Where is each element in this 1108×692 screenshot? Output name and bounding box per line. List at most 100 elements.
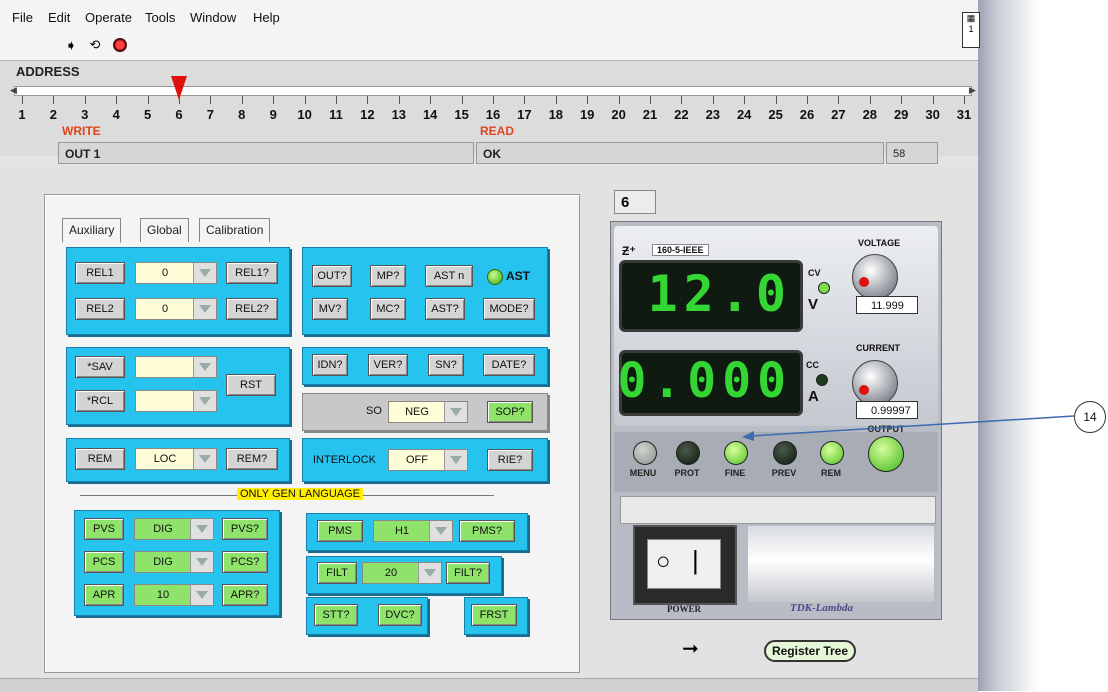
apr-query-button[interactable]: APR? [222, 584, 268, 606]
callout-arrow [742, 415, 1075, 441]
menu-button[interactable] [633, 441, 657, 465]
sop-query-button[interactable]: SOP? [487, 401, 533, 423]
ast-n-button[interactable]: AST n [425, 265, 473, 287]
out-query-button[interactable]: OUT? [312, 265, 352, 287]
apr-select[interactable]: 10 [134, 584, 214, 606]
address-slider[interactable] [14, 86, 972, 96]
abort-stop-icon[interactable] [113, 38, 127, 52]
frst-button[interactable]: FRST [471, 604, 517, 626]
save-button[interactable]: *SAV [75, 356, 125, 378]
write-field[interactable]: OUT 1 [58, 142, 474, 164]
address-tick-label: 4 [112, 107, 120, 122]
menu-operate[interactable]: Operate [85, 10, 132, 25]
mv-query-button[interactable]: MV? [312, 298, 348, 320]
rel2-query-button[interactable]: REL2? [226, 298, 278, 320]
rel2-select[interactable]: 0 [135, 298, 217, 320]
mc-query-button[interactable]: MC? [370, 298, 406, 320]
address-tick-label: 28 [862, 107, 878, 122]
slider-right-arrow-icon[interactable]: ▶ [969, 85, 976, 96]
rel1-query-button[interactable]: REL1? [226, 262, 278, 284]
menu-caption: MENU [629, 468, 657, 478]
tab-global[interactable]: Global [140, 218, 189, 242]
run-continuous-icon[interactable]: ⟲ [88, 38, 102, 52]
address-tick-label: 23 [705, 107, 721, 122]
menu-tools[interactable]: Tools [145, 10, 175, 25]
right-arrow-icon: ➞ [682, 638, 699, 660]
device-label-strip [620, 496, 936, 524]
address-tick-mark [116, 96, 118, 104]
register-tree-button[interactable]: Register Tree [764, 640, 856, 662]
pvs-button[interactable]: PVS [84, 518, 124, 540]
pvs-select[interactable]: DIG [134, 518, 214, 540]
power-switch[interactable]: ○ | [633, 525, 737, 605]
pcs-select[interactable]: DIG [134, 551, 214, 573]
cv-led [818, 282, 830, 294]
volt-unit-label: V [808, 296, 819, 313]
write-label: WRITE [62, 124, 101, 138]
address-tick-label: 19 [579, 107, 595, 122]
address-tick-mark [304, 96, 306, 104]
interlock-select[interactable]: OFF [388, 449, 468, 471]
address-tick-label: 30 [925, 107, 940, 122]
so-polarity-select[interactable]: NEG [388, 401, 468, 423]
address-tick-label: 8 [238, 107, 246, 122]
voltage-set-field[interactable]: 11.999 [856, 296, 918, 314]
remote-mode-select[interactable]: LOC [135, 448, 217, 470]
tab-calibration[interactable]: Calibration [199, 218, 271, 242]
stt-query-button[interactable]: STT? [314, 604, 358, 626]
rel1-select[interactable]: 0 [135, 262, 217, 284]
tab-auxiliary[interactable]: Auxiliary [62, 218, 122, 243]
mp-query-button[interactable]: MP? [370, 265, 406, 287]
remote-query-button[interactable]: REM? [226, 448, 278, 470]
menu-help[interactable]: Help [253, 10, 280, 25]
power-switch-rocker[interactable]: ○ | [647, 539, 721, 589]
mode-query-button[interactable]: MODE? [483, 298, 535, 320]
rel1-button[interactable]: REL1 [75, 262, 125, 284]
remote-button[interactable]: REM [75, 448, 125, 470]
pcs-query-button[interactable]: PCS? [222, 551, 268, 573]
sn-query-button[interactable]: SN? [428, 354, 464, 376]
ast-query-button[interactable]: AST? [425, 298, 465, 320]
pvs-query-button[interactable]: PVS? [222, 518, 268, 540]
filt-select[interactable]: 20 [362, 562, 442, 584]
pcs-button[interactable]: PCS [84, 551, 124, 573]
menu-window[interactable]: Window [190, 10, 236, 25]
power-off-symbol-icon: ○ [656, 548, 671, 575]
prev-caption: PREV [771, 468, 797, 478]
device-vent-panel [748, 526, 934, 602]
address-tick-label: 6 [175, 107, 183, 122]
dvc-query-button[interactable]: DVC? [378, 604, 422, 626]
brand-label: TDK-Lambda [790, 602, 853, 614]
recall-select[interactable] [135, 390, 217, 412]
address-tick-mark [807, 96, 808, 104]
callout-number: 14 [1074, 401, 1106, 433]
menu-edit[interactable]: Edit [48, 10, 70, 25]
recall-button[interactable]: *RCL [75, 390, 125, 412]
ast-indicator-led [487, 269, 503, 285]
run-arrow-icon[interactable]: ➧ [64, 38, 78, 52]
address-tick-label: 31 [956, 107, 972, 122]
voltage-knob[interactable] [852, 254, 898, 300]
address-tick-label: 15 [454, 107, 469, 122]
prot-button[interactable] [676, 441, 700, 465]
address-tick-label: 7 [206, 107, 214, 122]
apr-button[interactable]: APR [84, 584, 124, 606]
idn-query-button[interactable]: IDN? [312, 354, 348, 376]
address-tick-label: 21 [642, 107, 658, 122]
rel2-button[interactable]: REL2 [75, 298, 125, 320]
address-tick-label: 12 [360, 107, 375, 122]
filt-query-button[interactable]: FILT? [446, 562, 490, 584]
save-select[interactable] [135, 356, 217, 378]
ver-query-button[interactable]: VER? [368, 354, 408, 376]
pms-button[interactable]: PMS [317, 520, 363, 542]
pms-query-button[interactable]: PMS? [459, 520, 515, 542]
rie-query-button[interactable]: RIE? [487, 449, 533, 471]
slider-left-arrow-icon[interactable]: ◀ [10, 85, 17, 96]
menu-file[interactable]: File [12, 10, 33, 25]
filt-button[interactable]: FILT [317, 562, 357, 584]
date-query-button[interactable]: DATE? [483, 354, 535, 376]
pms-select[interactable]: H1 [373, 520, 453, 542]
reset-button[interactable]: RST [226, 374, 276, 396]
address-tick-mark [147, 96, 149, 104]
read-label: READ [480, 124, 515, 138]
